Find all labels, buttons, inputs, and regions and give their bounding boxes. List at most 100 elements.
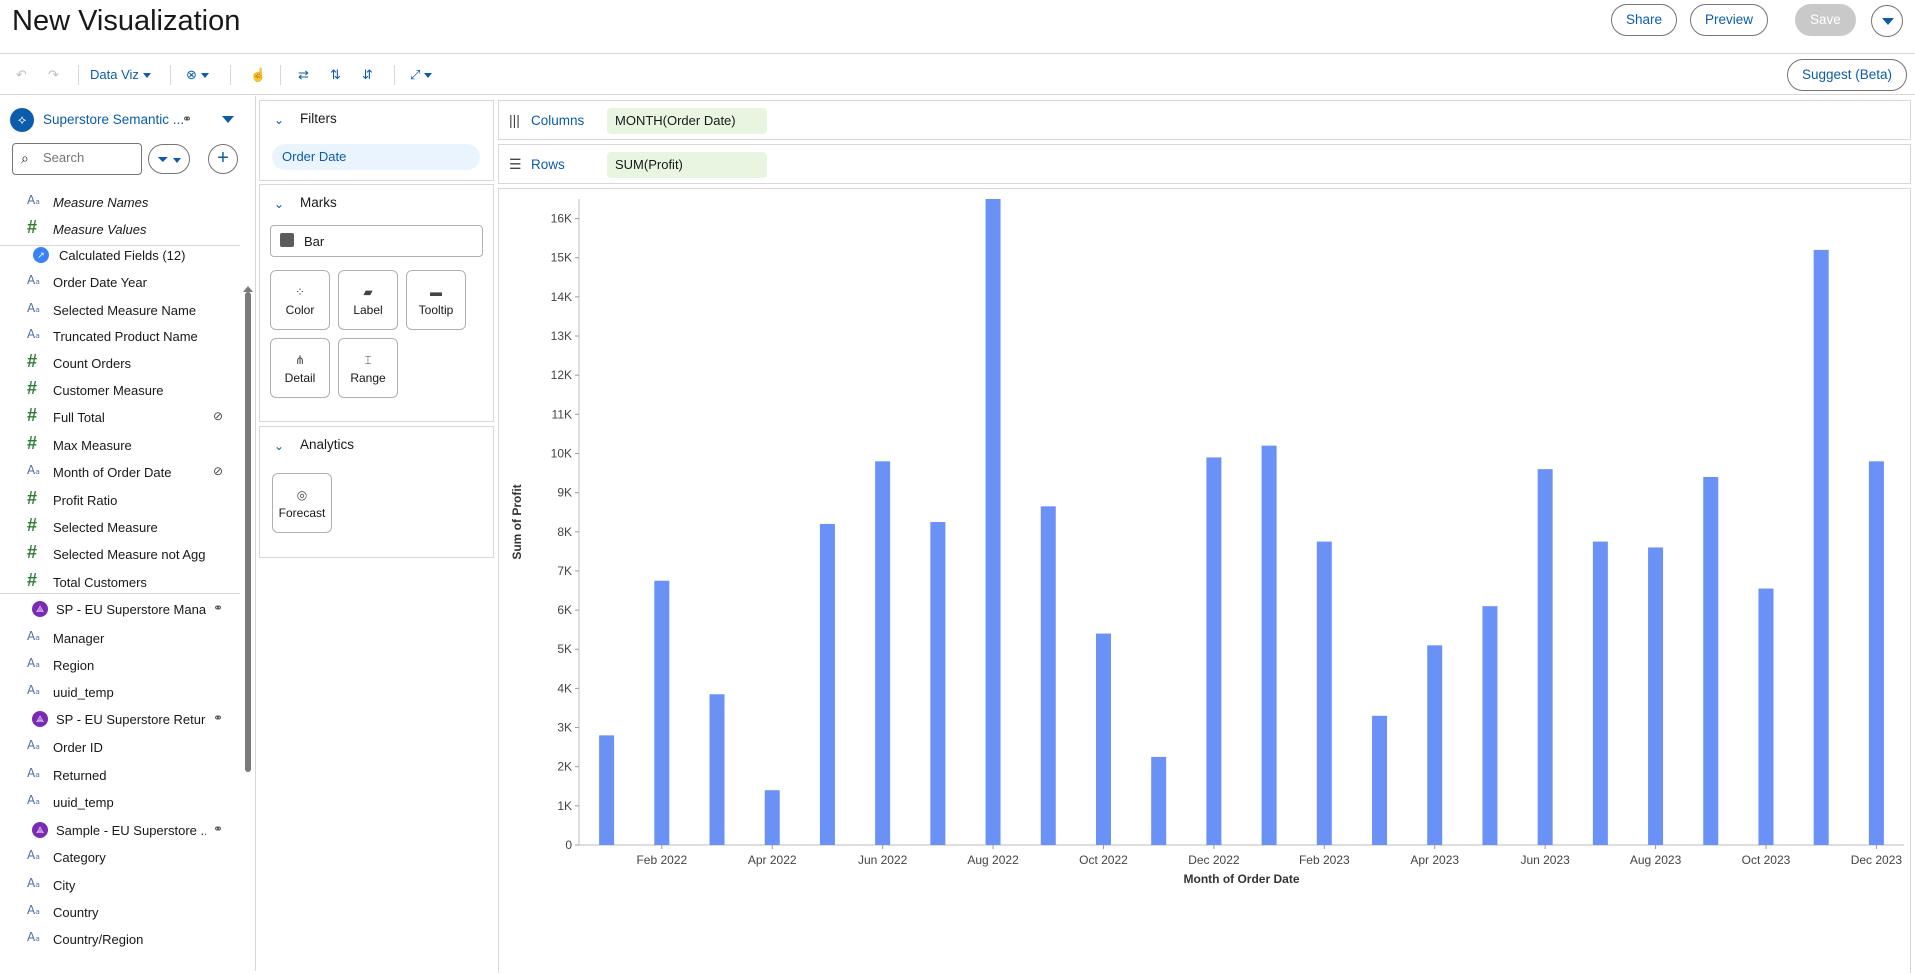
y-tick-label: 8K xyxy=(557,525,572,539)
y-tick-label: 3K xyxy=(557,721,572,735)
share-button[interactable]: Share xyxy=(1611,4,1678,36)
search-input[interactable] xyxy=(43,150,135,165)
field-selected-measure-not-agg[interactable]: # Selected Measure not Agg xyxy=(0,542,240,566)
rows-label: Rows xyxy=(531,157,565,172)
hidden-icon: ⊘ xyxy=(213,409,224,423)
sort-descending-icon[interactable]: ⇵ xyxy=(362,63,373,87)
x-tick-label: Oct 2023 xyxy=(1742,853,1791,867)
range-icon: ⌶ xyxy=(364,353,372,367)
field-selected-measure[interactable]: # Selected Measure xyxy=(0,515,240,539)
mark-type-select[interactable]: Bar xyxy=(270,225,483,257)
y-tick-label: 1K xyxy=(557,799,572,813)
save-button[interactable]: Save xyxy=(1795,4,1856,36)
y-tick-label: 13K xyxy=(551,329,572,343)
field-category[interactable]: Aₐ Category xyxy=(0,845,240,869)
filter-fields-button[interactable]: ⏷ xyxy=(148,144,190,174)
pointer-icon[interactable]: ☝ xyxy=(250,63,266,87)
bar xyxy=(1592,541,1608,845)
datasource-selector[interactable]: ⟡ Superstore Semantic ... ⚭ xyxy=(10,106,246,132)
search-field[interactable]: ⌕ xyxy=(12,143,142,175)
folder-calculated-fields-12[interactable]: ↗ Calculated Fields (12) xyxy=(0,243,240,267)
columns-label: Columns xyxy=(531,113,585,128)
suggest-button[interactable]: Suggest (Beta) xyxy=(1786,59,1907,91)
field-returned[interactable]: Aₐ Returned xyxy=(0,763,240,787)
detail-button[interactable]: ⋔ Detail xyxy=(270,338,330,398)
bar xyxy=(1868,461,1884,845)
table-sp-eu-superstore-mana[interactable]: ⟁ SP - EU Superstore Mana... ⚭ xyxy=(0,597,240,621)
field-month-of-order-date[interactable]: Aₐ Month of Order Date ⊘ xyxy=(0,460,240,484)
field-full-total[interactable]: # Full Total ⊘ xyxy=(0,405,240,429)
rows-shelf[interactable]: ☰ Rows SUM(Profit) xyxy=(498,144,1911,184)
field-label: Truncated Product Name xyxy=(53,329,198,344)
calculated-folder-icon: ↗ xyxy=(33,247,49,263)
field-order-date-year[interactable]: Aₐ Order Date Year xyxy=(0,270,240,294)
field-customer-measure[interactable]: # Customer Measure xyxy=(0,378,240,402)
field-country-region[interactable]: Aₐ Country/Region xyxy=(0,927,240,951)
field-count-orders[interactable]: # Count Orders xyxy=(0,351,240,375)
field-label: Returned xyxy=(53,768,107,783)
swap-axes-icon[interactable]: ⇄ xyxy=(298,63,309,87)
field-label: Country/Region xyxy=(53,932,144,947)
field-label: Sample - EU Superstore ... xyxy=(56,823,206,838)
add-field-button[interactable]: + xyxy=(208,144,238,174)
chevron-down-icon[interactable]: ⌄ xyxy=(274,197,284,211)
field-profit-ratio[interactable]: # Profit Ratio xyxy=(0,488,240,512)
rows-pill[interactable]: SUM(Profit) xyxy=(607,152,767,178)
field-manager[interactable]: Aₐ Manager xyxy=(0,626,240,650)
field-max-measure[interactable]: # Max Measure xyxy=(0,433,240,457)
undo-icon[interactable]: ↶ xyxy=(16,63,27,87)
table-sample-eu-superstore[interactable]: ⟁ Sample - EU Superstore ... ⚭ xyxy=(0,818,240,842)
tooltip-button[interactable]: ▬ Tooltip xyxy=(406,270,466,330)
sort-ascending-icon[interactable]: ⇅ xyxy=(330,63,341,87)
marks-card: ⌄ Marks Bar ⁘ Color ▰ Label ▬ Tooltip ⋔ Deta… xyxy=(259,184,494,422)
columns-shelf[interactable]: ||| Columns MONTH(Order Date) xyxy=(498,100,1911,140)
label-label: Label xyxy=(353,303,383,317)
x-tick-label: Jun 2023 xyxy=(1520,853,1570,867)
field-uuid-temp[interactable]: Aₐ uuid_temp xyxy=(0,680,240,704)
field-country[interactable]: Aₐ Country xyxy=(0,900,240,924)
chevron-down-icon[interactable]: ⌄ xyxy=(274,439,284,453)
clear-icon[interactable]: ⊗ xyxy=(186,63,209,87)
measure-icon: # xyxy=(27,378,38,398)
range-button[interactable]: ⌶ Range xyxy=(338,338,398,398)
bar xyxy=(1482,606,1498,845)
bar-chart-icon xyxy=(280,233,294,247)
dimension-icon: Aₐ xyxy=(27,903,40,917)
preview-button[interactable]: Preview xyxy=(1690,4,1769,36)
field-measure-names[interactable]: Aₐ Measure Names xyxy=(0,190,240,214)
field-total-customers[interactable]: # Total Customers xyxy=(0,570,240,594)
field-order-id[interactable]: Aₐ Order ID xyxy=(0,735,240,759)
bar xyxy=(1813,249,1829,845)
x-tick-label: Apr 2023 xyxy=(1410,853,1459,867)
field-label: Measure Values xyxy=(53,222,147,237)
field-selected-measure-name[interactable]: Aₐ Selected Measure Name xyxy=(0,298,240,322)
toolbar-divider xyxy=(394,65,395,85)
redo-icon[interactable]: ↷ xyxy=(48,63,59,87)
chevron-down-icon[interactable]: ⌄ xyxy=(274,113,284,127)
scrollbar[interactable] xyxy=(245,292,251,772)
more-actions-dropdown[interactable] xyxy=(1871,5,1903,37)
link-icon: ⚭ xyxy=(213,711,224,725)
table-sp-eu-superstore-retur[interactable]: ⟁ SP - EU Superstore Retur... ⚭ xyxy=(0,707,240,731)
data-viz-dropdown[interactable]: Data Viz xyxy=(90,63,151,87)
field-label: Selected Measure Name xyxy=(53,303,197,318)
field-truncated-product-name[interactable]: Aₐ Truncated Product Name xyxy=(0,324,240,348)
columns-pill[interactable]: MONTH(Order Date) xyxy=(607,108,767,134)
field-label: Total Customers xyxy=(53,575,147,590)
forecast-button[interactable]: ◎ Forecast xyxy=(272,473,332,533)
field-measure-values[interactable]: # Measure Values xyxy=(0,217,240,241)
chevron-down-icon[interactable] xyxy=(222,116,234,123)
color-button[interactable]: ⁘ Color xyxy=(270,270,330,330)
field-uuid-temp[interactable]: Aₐ uuid_temp xyxy=(0,790,240,814)
filter-pill-order-date[interactable]: Order Date xyxy=(272,144,480,170)
field-label: Calculated Fields (12) xyxy=(59,248,186,263)
label-button[interactable]: ▰ Label xyxy=(338,270,398,330)
field-region[interactable]: Aₐ Region xyxy=(0,653,240,677)
bar xyxy=(1261,445,1277,845)
measure-icon: # xyxy=(27,570,38,590)
fit-icon[interactable]: ⤢ xyxy=(410,63,433,87)
field-label: Selected Measure xyxy=(53,520,158,535)
field-city[interactable]: Aₐ City xyxy=(0,873,240,897)
measure-icon: # xyxy=(27,405,38,425)
data-pane: ⟡ Superstore Semantic ... ⚭ ⌕ ⏷ + Aₐ Meas… xyxy=(0,96,256,971)
